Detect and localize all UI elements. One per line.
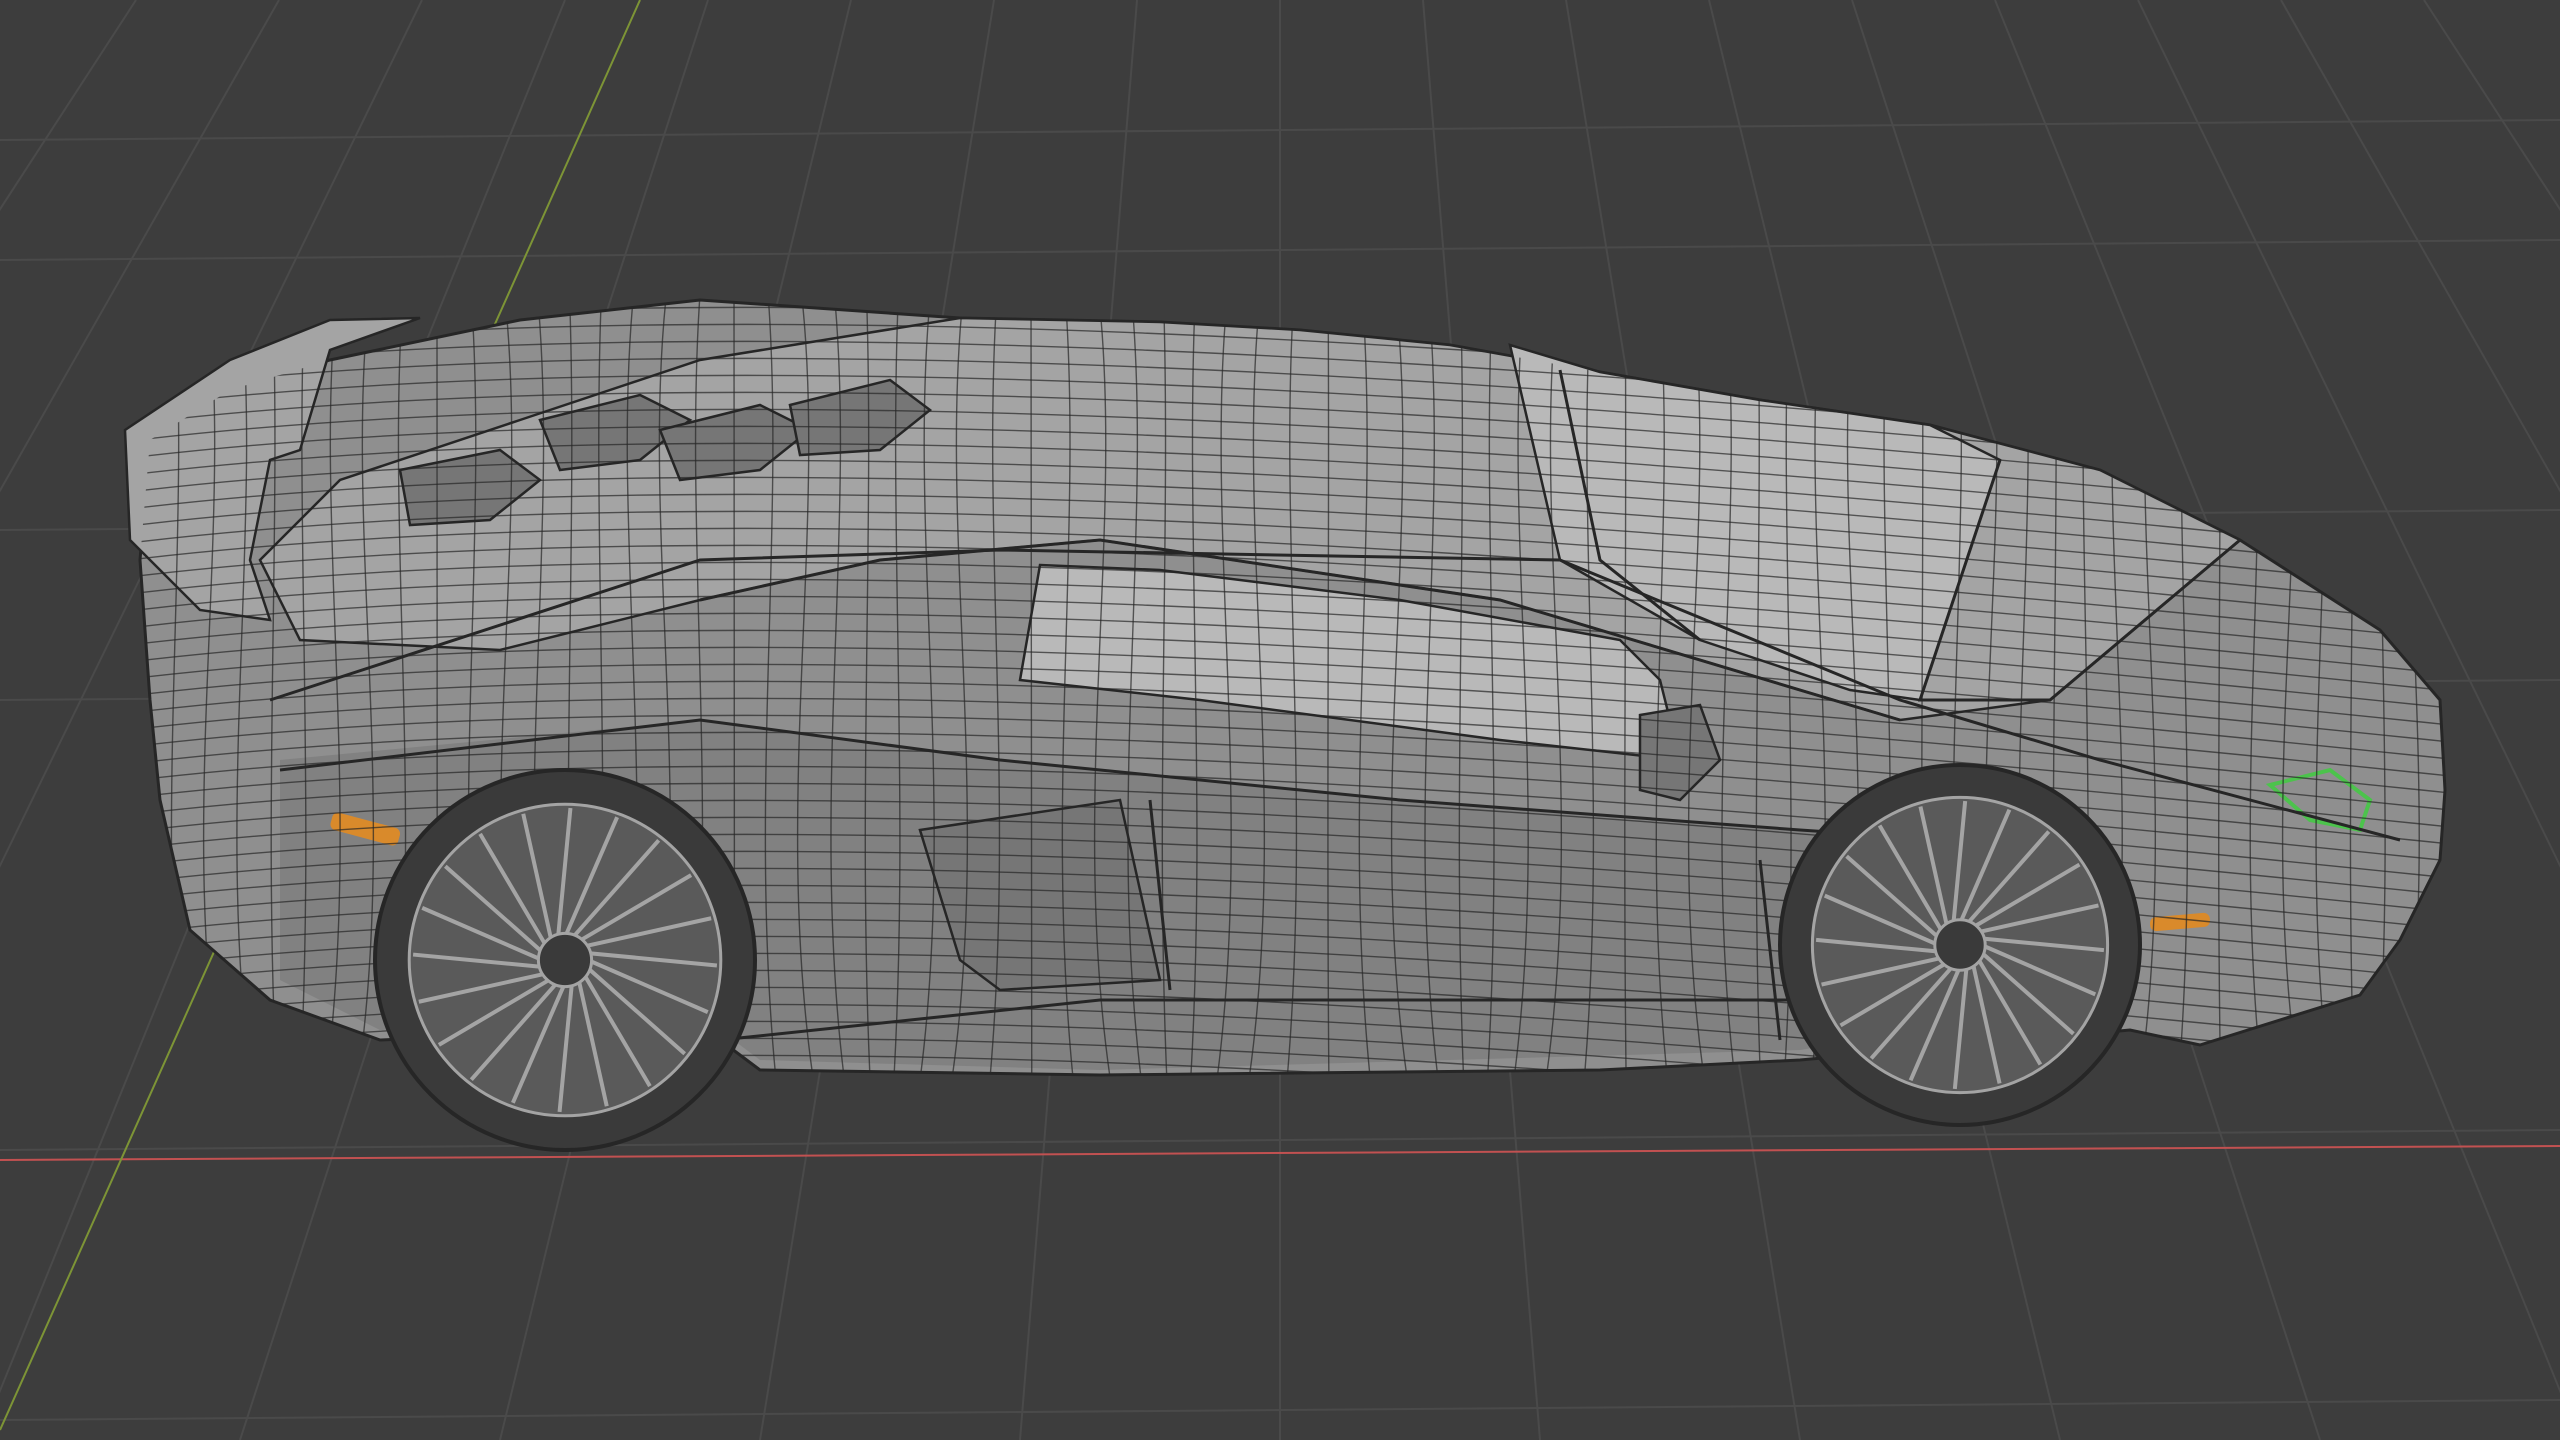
hub [536, 931, 594, 989]
viewport-canvas[interactable] [0, 0, 2560, 1440]
rear-wheel[interactable] [373, 768, 757, 1152]
front-wheel[interactable] [1778, 763, 2142, 1127]
3d-viewport[interactable] [0, 0, 2560, 1440]
car-mesh[interactable] [120, 280, 2460, 1185]
hub [1933, 918, 1987, 972]
